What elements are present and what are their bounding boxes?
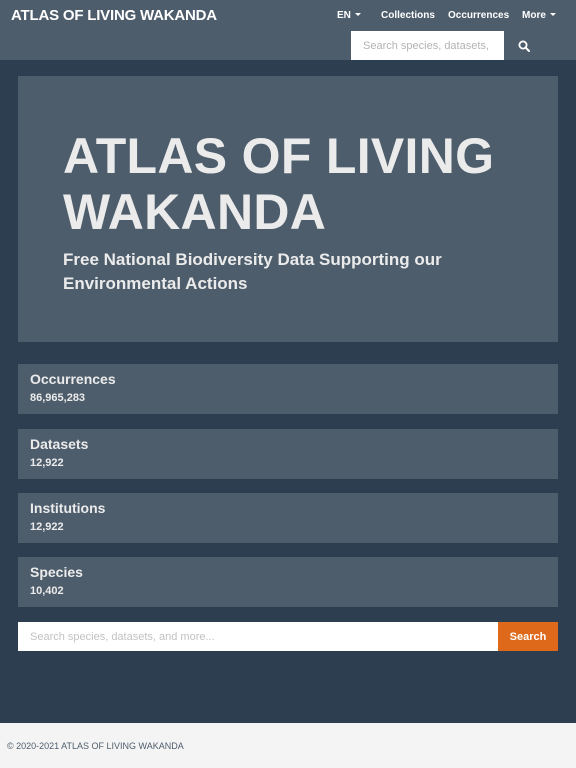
stat-label: Institutions bbox=[30, 500, 106, 516]
brand-link[interactable]: ATLAS OF LIVING WAKANDA bbox=[11, 7, 217, 24]
stat-card-datasets[interactable]: Datasets 12,922 bbox=[18, 429, 558, 479]
stat-card-occurrences[interactable]: Occurrences 86,965,283 bbox=[18, 364, 558, 414]
stat-card-institutions[interactable]: Institutions 12,922 bbox=[18, 493, 558, 543]
nav-more-label: More bbox=[522, 10, 546, 21]
main-search-input[interactable] bbox=[18, 622, 498, 651]
nav-more-dropdown[interactable]: More bbox=[522, 10, 556, 21]
footer-copyright: © 2020-2021 ATLAS OF LIVING WAKANDA bbox=[7, 741, 184, 751]
stat-label: Occurrences bbox=[30, 371, 116, 387]
stat-value: 86,965,283 bbox=[30, 392, 86, 404]
caret-down-icon bbox=[354, 13, 361, 16]
navbar-search-button[interactable] bbox=[504, 31, 544, 60]
footer: © 2020-2021 ATLAS OF LIVING WAKANDA bbox=[0, 723, 576, 768]
hero-banner: ATLAS OF LIVING WAKANDA Free National Bi… bbox=[18, 76, 558, 342]
stat-label: Species bbox=[30, 564, 83, 580]
search-icon bbox=[518, 40, 530, 52]
navbar: ATLAS OF LIVING WAKANDA EN Collections O… bbox=[0, 0, 576, 60]
language-dropdown[interactable]: EN bbox=[337, 10, 361, 21]
stat-value: 12,922 bbox=[30, 521, 64, 533]
hero-subtitle: Free National Biodiversity Data Supporti… bbox=[63, 250, 442, 293]
stat-value: 12,922 bbox=[30, 457, 64, 469]
caret-down-icon bbox=[549, 13, 556, 16]
stat-label: Datasets bbox=[30, 436, 89, 452]
navbar-search-input[interactable] bbox=[351, 31, 504, 60]
language-label: EN bbox=[337, 10, 351, 21]
stat-card-species[interactable]: Species 10,402 bbox=[18, 557, 558, 607]
nav-collections-link[interactable]: Collections bbox=[381, 10, 435, 21]
stat-value: 10,402 bbox=[30, 585, 64, 597]
nav-occurrences-link[interactable]: Occurrences bbox=[448, 10, 509, 21]
main-search-button[interactable]: Search bbox=[498, 622, 558, 651]
hero-title: ATLAS OF LIVING WAKANDA bbox=[63, 128, 495, 240]
